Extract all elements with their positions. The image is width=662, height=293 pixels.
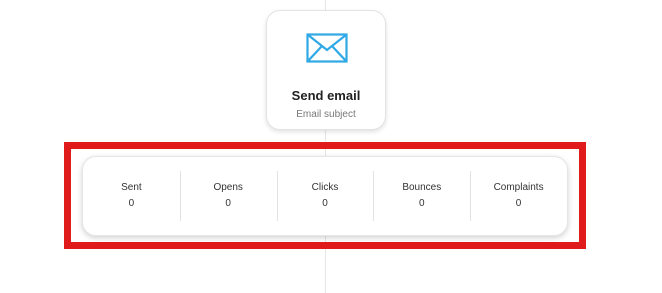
stat-value: 0 bbox=[515, 198, 522, 209]
node-title: Send email bbox=[291, 88, 361, 103]
stat-value: 0 bbox=[128, 198, 135, 209]
stat-value: 0 bbox=[419, 198, 425, 209]
stat-label: Clicks bbox=[311, 182, 339, 193]
stat-complaints: Complaints 0 bbox=[470, 157, 567, 235]
stat-bounces: Bounces 0 bbox=[373, 157, 470, 235]
stat-sent: Sent 0 bbox=[83, 157, 180, 235]
stat-value: 0 bbox=[225, 198, 231, 209]
stat-clicks: Clicks 0 bbox=[276, 157, 374, 235]
email-stats-card: Sent 0 Opens 0 Clicks 0 Bounces 0 Compla… bbox=[82, 156, 568, 236]
send-email-node[interactable]: Send email Email subject bbox=[266, 10, 386, 130]
stat-label: Opens bbox=[213, 182, 243, 193]
stat-opens: Opens 0 bbox=[179, 157, 277, 235]
stat-value: 0 bbox=[322, 198, 328, 209]
stat-label: Complaints bbox=[493, 182, 544, 193]
node-subtitle: Email subject bbox=[296, 109, 356, 120]
envelope-icon bbox=[306, 33, 348, 63]
stat-label: Sent bbox=[121, 182, 142, 193]
stat-label: Bounces bbox=[402, 182, 442, 193]
